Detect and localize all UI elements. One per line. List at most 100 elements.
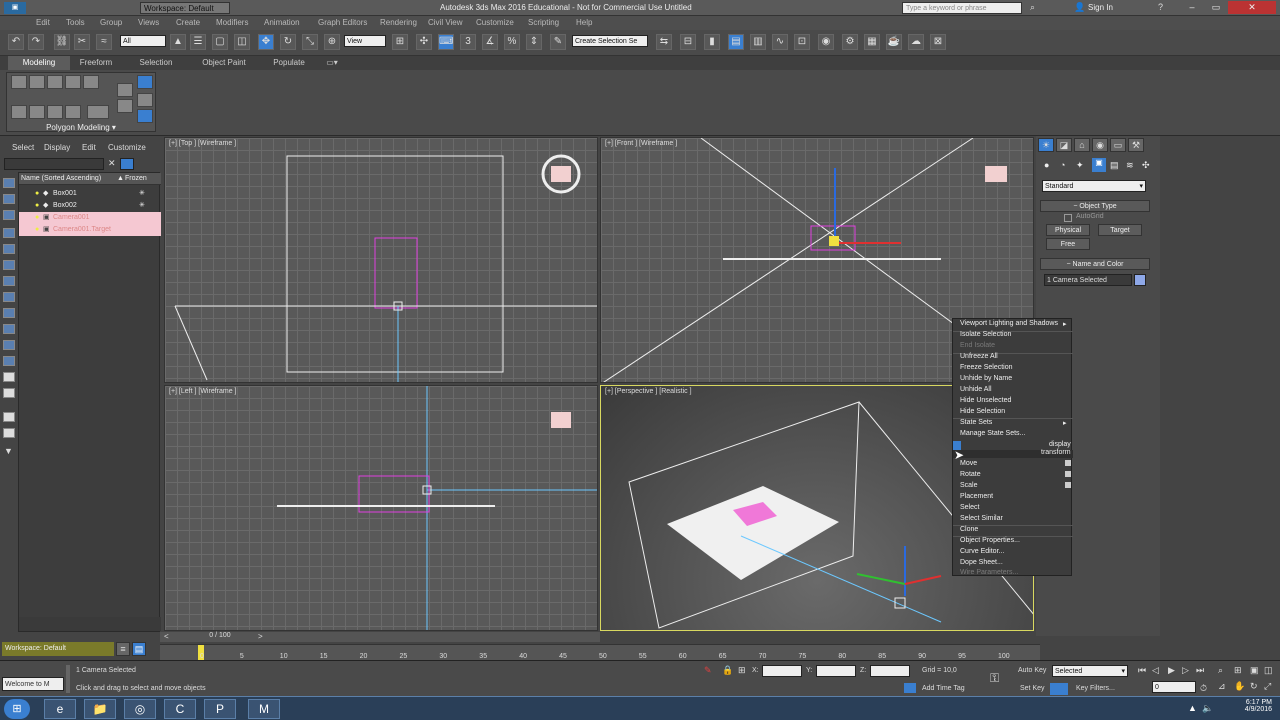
maximize-viewport-icon[interactable]: ⤢ <box>1264 681 1271 692</box>
app-logo-icon[interactable]: ▣ <box>4 2 26 14</box>
quad-item-curve-editor[interactable]: Curve Editor... <box>960 548 1004 555</box>
hierarchy-tab-icon[interactable]: ⌂ <box>1074 138 1090 152</box>
z-coordinate-field[interactable] <box>870 665 910 677</box>
zoom-extents-all-icon[interactable]: ◫ <box>1264 665 1273 676</box>
edit-named-selection-icon[interactable]: ✎ <box>550 34 566 50</box>
menu-display[interactable]: Display <box>44 143 70 152</box>
quad-item-select-similar[interactable]: Select Similar <box>960 515 1003 522</box>
utilities-tab-icon[interactable]: ⚒ <box>1128 138 1144 152</box>
volume-icon[interactable]: 🔈 <box>1202 703 1213 714</box>
undo-icon[interactable]: ↶ <box>8 34 24 50</box>
select-and-rotate-icon[interactable]: ↻ <box>280 34 296 50</box>
display-groups-icon[interactable] <box>3 324 15 334</box>
3ds-max-taskbar-icon[interactable]: M <box>248 699 280 719</box>
menu-edit[interactable]: Edit <box>36 18 50 27</box>
quad-item-unhide-by-name[interactable]: Unhide by Name <box>960 375 1012 382</box>
menu-create[interactable]: Create <box>176 18 200 27</box>
quad-item-hide-selection[interactable]: Hide Selection <box>960 408 1005 415</box>
start-button-icon[interactable]: ⊞ <box>4 699 30 719</box>
tab-selection[interactable]: Selection <box>130 56 182 70</box>
file-explorer-icon[interactable]: 📁 <box>84 699 116 719</box>
sign-in-link[interactable]: Sign In <box>1088 3 1113 12</box>
menu-graph-editors[interactable]: Graph Editors <box>318 18 367 27</box>
set-key-mode-icon[interactable]: ⚿ <box>990 671 999 686</box>
time-tag-icon[interactable] <box>904 683 916 693</box>
layer-icon[interactable]: ≡ <box>116 642 130 656</box>
object-color-swatch[interactable] <box>1134 274 1146 286</box>
internet-explorer-icon[interactable]: e <box>44 699 76 719</box>
quad-item-freeze-selection[interactable]: Freeze Selection <box>960 364 1013 371</box>
tab-freeform[interactable]: Freeform <box>70 56 122 70</box>
quad-item-unhide-all[interactable]: Unhide All <box>960 386 992 393</box>
quad-item-placement[interactable]: Placement <box>960 493 993 500</box>
ribbon-pin-icon[interactable] <box>137 75 153 89</box>
freeze-icon[interactable]: ✳ <box>139 200 145 212</box>
list-item[interactable]: ● ▣ Camera001 <box>19 212 161 224</box>
menu-customize-explorer[interactable]: Customize <box>108 143 146 152</box>
find-case-icon[interactable] <box>120 158 134 170</box>
unlink-icon[interactable]: ✂ <box>74 34 90 50</box>
search-input[interactable]: Type a keyword or phrase <box>902 2 1022 14</box>
settings-box-icon[interactable] <box>1065 471 1071 477</box>
element-icon[interactable] <box>83 75 99 89</box>
column-frozen[interactable]: Frozen <box>125 175 147 182</box>
time-slider-prev-icon[interactable]: < <box>164 632 169 641</box>
lightbulb-icon[interactable]: ● <box>35 212 39 224</box>
display-none-icon[interactable] <box>3 178 15 188</box>
tab-modeling[interactable]: Modeling <box>8 56 70 70</box>
render-production-icon[interactable]: ☕ <box>886 34 902 50</box>
redo-icon[interactable]: ↷ <box>28 34 44 50</box>
isolate-icon[interactable] <box>47 105 63 119</box>
shapes-icon[interactable]: ◔ <box>1060 160 1065 170</box>
menu-civil-view[interactable]: Civil View <box>428 18 463 27</box>
quad-item-viewport-lighting[interactable]: Viewport Lighting and Shadows <box>960 320 1058 327</box>
settings-box-icon[interactable] <box>1065 460 1071 466</box>
menu-group[interactable]: Group <box>100 18 122 27</box>
menu-select[interactable]: Select <box>12 143 34 152</box>
quad-item-rotate[interactable]: Rotate <box>960 471 981 478</box>
network-icon[interactable]: ▲ <box>1188 703 1197 713</box>
angle-snap-icon[interactable]: ∡ <box>482 34 498 50</box>
show-end-result-icon[interactable] <box>117 99 133 113</box>
selection-region-icon[interactable]: ▢ <box>212 34 228 50</box>
key-icon[interactable] <box>1050 683 1068 695</box>
list-item[interactable]: ● ◆ Box002 ✳ <box>19 200 161 212</box>
schematic-view-icon[interactable]: ⊡ <box>794 34 810 50</box>
keyboard-shortcut-override-icon[interactable]: ⌨ <box>438 34 454 50</box>
pan-icon[interactable]: ✋ <box>1234 681 1245 692</box>
y-coordinate-field[interactable] <box>816 665 856 677</box>
render-iterative-icon[interactable]: ☁ <box>908 34 924 50</box>
collapse-stack-icon[interactable] <box>117 83 133 97</box>
display-space-warps-icon[interactable] <box>3 308 15 318</box>
chrome-icon[interactable]: ◎ <box>124 699 156 719</box>
ribbon-next-icon[interactable] <box>137 93 153 107</box>
listener-resize-handle[interactable] <box>66 665 70 693</box>
quad-item-hide-unselected[interactable]: Hide Unselected <box>960 397 1011 404</box>
select-and-place-icon[interactable]: ⊕ <box>324 34 340 50</box>
rollout-name-and-color[interactable]: − Name and Color <box>1040 258 1150 270</box>
display-containers-icon[interactable] <box>3 372 15 382</box>
display-shapes-icon[interactable] <box>3 244 15 254</box>
edge-icon[interactable] <box>29 75 45 89</box>
viewport-top[interactable]: [+] [Top ] [Wireframe ] <box>164 137 598 383</box>
percent-snap-icon[interactable]: % <box>504 34 520 50</box>
display-bones-icon[interactable] <box>3 356 15 366</box>
align-icon[interactable]: ⊟ <box>680 34 696 50</box>
quad-item-select[interactable]: Select <box>960 504 979 511</box>
quad-item-clone[interactable]: Clone <box>960 526 978 533</box>
modify-tab-icon[interactable]: ◪ <box>1056 138 1072 152</box>
key-filters-button[interactable]: Key Filters... <box>1076 685 1115 692</box>
lightbulb-icon[interactable]: ● <box>35 188 39 200</box>
search-icon[interactable]: ⌕ <box>1030 2 1035 13</box>
ribbon-prev-icon[interactable] <box>137 109 153 123</box>
list-item[interactable]: ● ◆ Box001 ✳ <box>19 188 161 200</box>
play-icon[interactable]: ▶ <box>1168 665 1175 676</box>
geometry-icon[interactable]: ● <box>1044 160 1049 170</box>
scene-search-input[interactable] <box>4 158 104 170</box>
create-tab-icon[interactable]: ☀ <box>1038 138 1054 152</box>
time-config-icon[interactable]: ⏱ <box>1200 683 1207 694</box>
list-item[interactable]: ● ▣ Camera001.Target <box>19 224 161 236</box>
settings-box-icon[interactable] <box>1065 482 1071 488</box>
freeze-icon[interactable]: ✳ <box>139 188 145 200</box>
time-slider-frame[interactable]: 0 / 100 <box>200 632 240 642</box>
